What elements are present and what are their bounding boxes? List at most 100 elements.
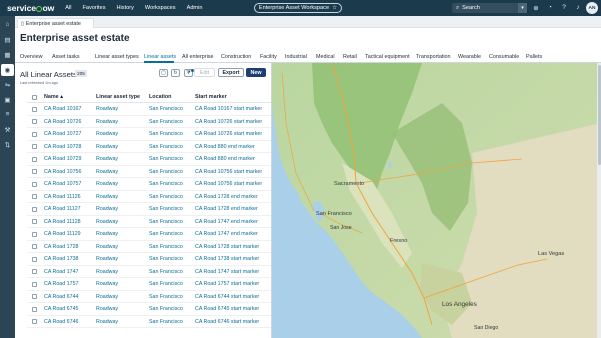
row-start-marker-link[interactable]: CA Road 1728 end marker <box>195 206 258 212</box>
row-name-link[interactable]: CA Road 1747 <box>44 269 78 275</box>
search-field[interactable]: ⌕ Search ▾ <box>452 3 527 13</box>
row-type-link[interactable]: Roadway <box>96 194 118 200</box>
row-location-link[interactable]: San Francisco <box>149 181 183 187</box>
column-header-start-marker[interactable]: Start marker <box>195 94 227 100</box>
row-checkbox[interactable] <box>32 119 37 124</box>
table-row[interactable]: CA Road 11127 Roadway San Francisco CA Road… <box>27 203 271 216</box>
row-type-link[interactable]: Roadway <box>96 269 118 275</box>
row-type-link[interactable]: Roadway <box>96 319 118 325</box>
row-checkbox[interactable] <box>32 244 37 249</box>
table-row[interactable]: CA Road 1728 Roadway San Francisco CA Road … <box>27 241 271 253</box>
row-location-link[interactable]: San Francisco <box>149 231 183 237</box>
workspace-pill[interactable]: Enterprise Asset Workspace ☆ <box>254 3 342 13</box>
menu-favorites[interactable]: Favorites <box>82 5 105 11</box>
row-type-link[interactable]: Roadway <box>96 106 118 112</box>
row-type-link[interactable]: Roadway <box>96 169 118 175</box>
row-type-link[interactable]: Roadway <box>96 119 118 125</box>
map-canvas[interactable] <box>272 63 601 338</box>
menu-icon[interactable]: ≡ <box>4 111 11 118</box>
row-checkbox[interactable] <box>32 156 37 162</box>
table-row[interactable]: CA Road 10167 Roadway San Francisco CA Road… <box>27 103 271 116</box>
row-checkbox[interactable] <box>32 131 37 137</box>
row-name-link[interactable]: CA Road 10727 <box>44 131 81 137</box>
bell-icon[interactable]: ♪ <box>575 3 581 12</box>
building-icon[interactable]: ▦ <box>4 51 11 59</box>
row-checkbox[interactable] <box>32 181 37 187</box>
row-type-link[interactable]: Roadway <box>96 306 118 312</box>
row-location-link[interactable]: San Francisco <box>149 256 183 262</box>
star-icon[interactable]: ☆ <box>332 5 337 11</box>
refresh-button[interactable]: ↻ <box>171 69 180 77</box>
row-name-link[interactable]: CA Road 10728 <box>44 144 81 150</box>
servicenow-logo[interactable]: service ow <box>7 3 54 13</box>
filter-button[interactable]: ⧩ <box>184 68 194 77</box>
row-checkbox[interactable] <box>32 206 37 212</box>
row-start-marker-link[interactable]: CA Road 1747 end marker <box>195 219 258 225</box>
row-start-marker-link[interactable]: CA Road 1747 end marker <box>195 231 258 237</box>
subtab-tactical-equipment[interactable]: Tactical equipment <box>365 54 410 60</box>
new-button[interactable]: New <box>246 68 266 77</box>
table-row[interactable]: CA Road 10728 Roadway San Francisco CA Road… <box>27 141 271 153</box>
row-type-link[interactable]: Roadway <box>96 181 118 187</box>
subtab-wearable[interactable]: Wearable <box>458 54 481 60</box>
row-name-link[interactable]: CA Road 11126 <box>44 194 81 200</box>
row-type-link[interactable]: Roadway <box>96 231 118 237</box>
help-icon[interactable]: ? <box>561 3 567 12</box>
menu-history[interactable]: History <box>117 5 134 11</box>
workflow-icon[interactable]: ⇋ <box>4 81 11 89</box>
row-type-link[interactable]: Roadway <box>96 281 118 287</box>
scrollbar-thumb[interactable] <box>597 65 601 165</box>
home-icon[interactable]: ⌂ <box>4 21 11 28</box>
row-location-link[interactable]: San Francisco <box>149 169 183 175</box>
row-name-link[interactable]: CA Road 10167 <box>44 106 81 112</box>
row-location-link[interactable]: San Francisco <box>149 194 183 200</box>
row-start-marker-link[interactable]: CA Road 6744 start marker <box>195 294 259 300</box>
row-location-link[interactable]: San Francisco <box>149 294 183 300</box>
subtab-linear-assets[interactable]: Linear assets <box>144 54 176 60</box>
table-row[interactable]: CA Road 1747 Roadway San Francisco CA Road … <box>27 266 271 278</box>
subtab-retail[interactable]: Retail <box>343 54 357 60</box>
list-icon[interactable]: ▤ <box>4 36 11 44</box>
column-header-name[interactable]: Name ▴ <box>44 94 63 100</box>
row-location-link[interactable]: San Francisco <box>149 119 183 125</box>
row-type-link[interactable]: Roadway <box>96 131 118 137</box>
asset-estate-icon[interactable]: ◉ <box>1 64 14 76</box>
subtab-all-enterprise[interactable]: All enterprise <box>182 54 213 60</box>
row-location-link[interactable]: San Francisco <box>149 106 183 112</box>
table-row[interactable]: CA Road 10756 Roadway San Francisco CA Road… <box>27 166 271 178</box>
row-start-marker-link[interactable]: CA Road 1728 start marker <box>195 244 259 250</box>
export-button[interactable]: Export <box>218 68 244 77</box>
globe-icon[interactable]: ⊕ <box>533 3 539 12</box>
row-location-link[interactable]: San Francisco <box>149 281 183 287</box>
row-name-link[interactable]: CA Road 10726 <box>44 119 81 125</box>
row-checkbox[interactable] <box>32 281 37 287</box>
edit-button[interactable]: Edit <box>194 68 215 77</box>
row-location-link[interactable]: San Francisco <box>149 219 183 225</box>
row-checkbox[interactable] <box>32 306 37 312</box>
row-type-link[interactable]: Roadway <box>96 219 118 225</box>
row-location-link[interactable]: San Francisco <box>149 306 183 312</box>
subtab-facility[interactable]: Facility <box>260 54 277 60</box>
table-row[interactable]: CA Road 11126 Roadway San Francisco CA Road… <box>27 191 271 203</box>
row-name-link[interactable]: CA Road 1738 <box>44 256 78 262</box>
row-type-link[interactable]: Roadway <box>96 206 118 212</box>
subtab-overview[interactable]: Overview <box>20 54 42 60</box>
select-all-checkbox[interactable] <box>32 95 37 100</box>
row-name-link[interactable]: CA Road 11129 <box>44 231 81 237</box>
row-name-link[interactable]: CA Road 1757 <box>44 281 78 287</box>
row-checkbox[interactable] <box>32 106 37 112</box>
row-location-link[interactable]: San Francisco <box>149 131 183 137</box>
row-checkbox[interactable] <box>32 319 37 324</box>
table-row[interactable]: CA Road 10727 Roadway San Francisco CA Road… <box>27 128 271 141</box>
row-type-link[interactable]: Roadway <box>96 144 118 150</box>
row-start-marker-link[interactable]: CA Road 10756 start marker <box>195 169 262 175</box>
row-location-link[interactable]: San Francisco <box>149 244 183 250</box>
column-header-type[interactable]: Linear asset type <box>96 94 140 100</box>
column-header-location[interactable]: Location <box>149 94 171 100</box>
page-scrollbar[interactable] <box>597 63 601 338</box>
row-name-link[interactable]: CA Road 1728 <box>44 244 78 250</box>
row-start-marker-link[interactable]: CA Road 1728 end marker <box>195 194 258 200</box>
row-checkbox[interactable] <box>32 256 37 262</box>
table-row[interactable]: CA Road 10757 Roadway San Francisco CA Road… <box>27 178 271 191</box>
row-location-link[interactable]: San Francisco <box>149 144 183 150</box>
